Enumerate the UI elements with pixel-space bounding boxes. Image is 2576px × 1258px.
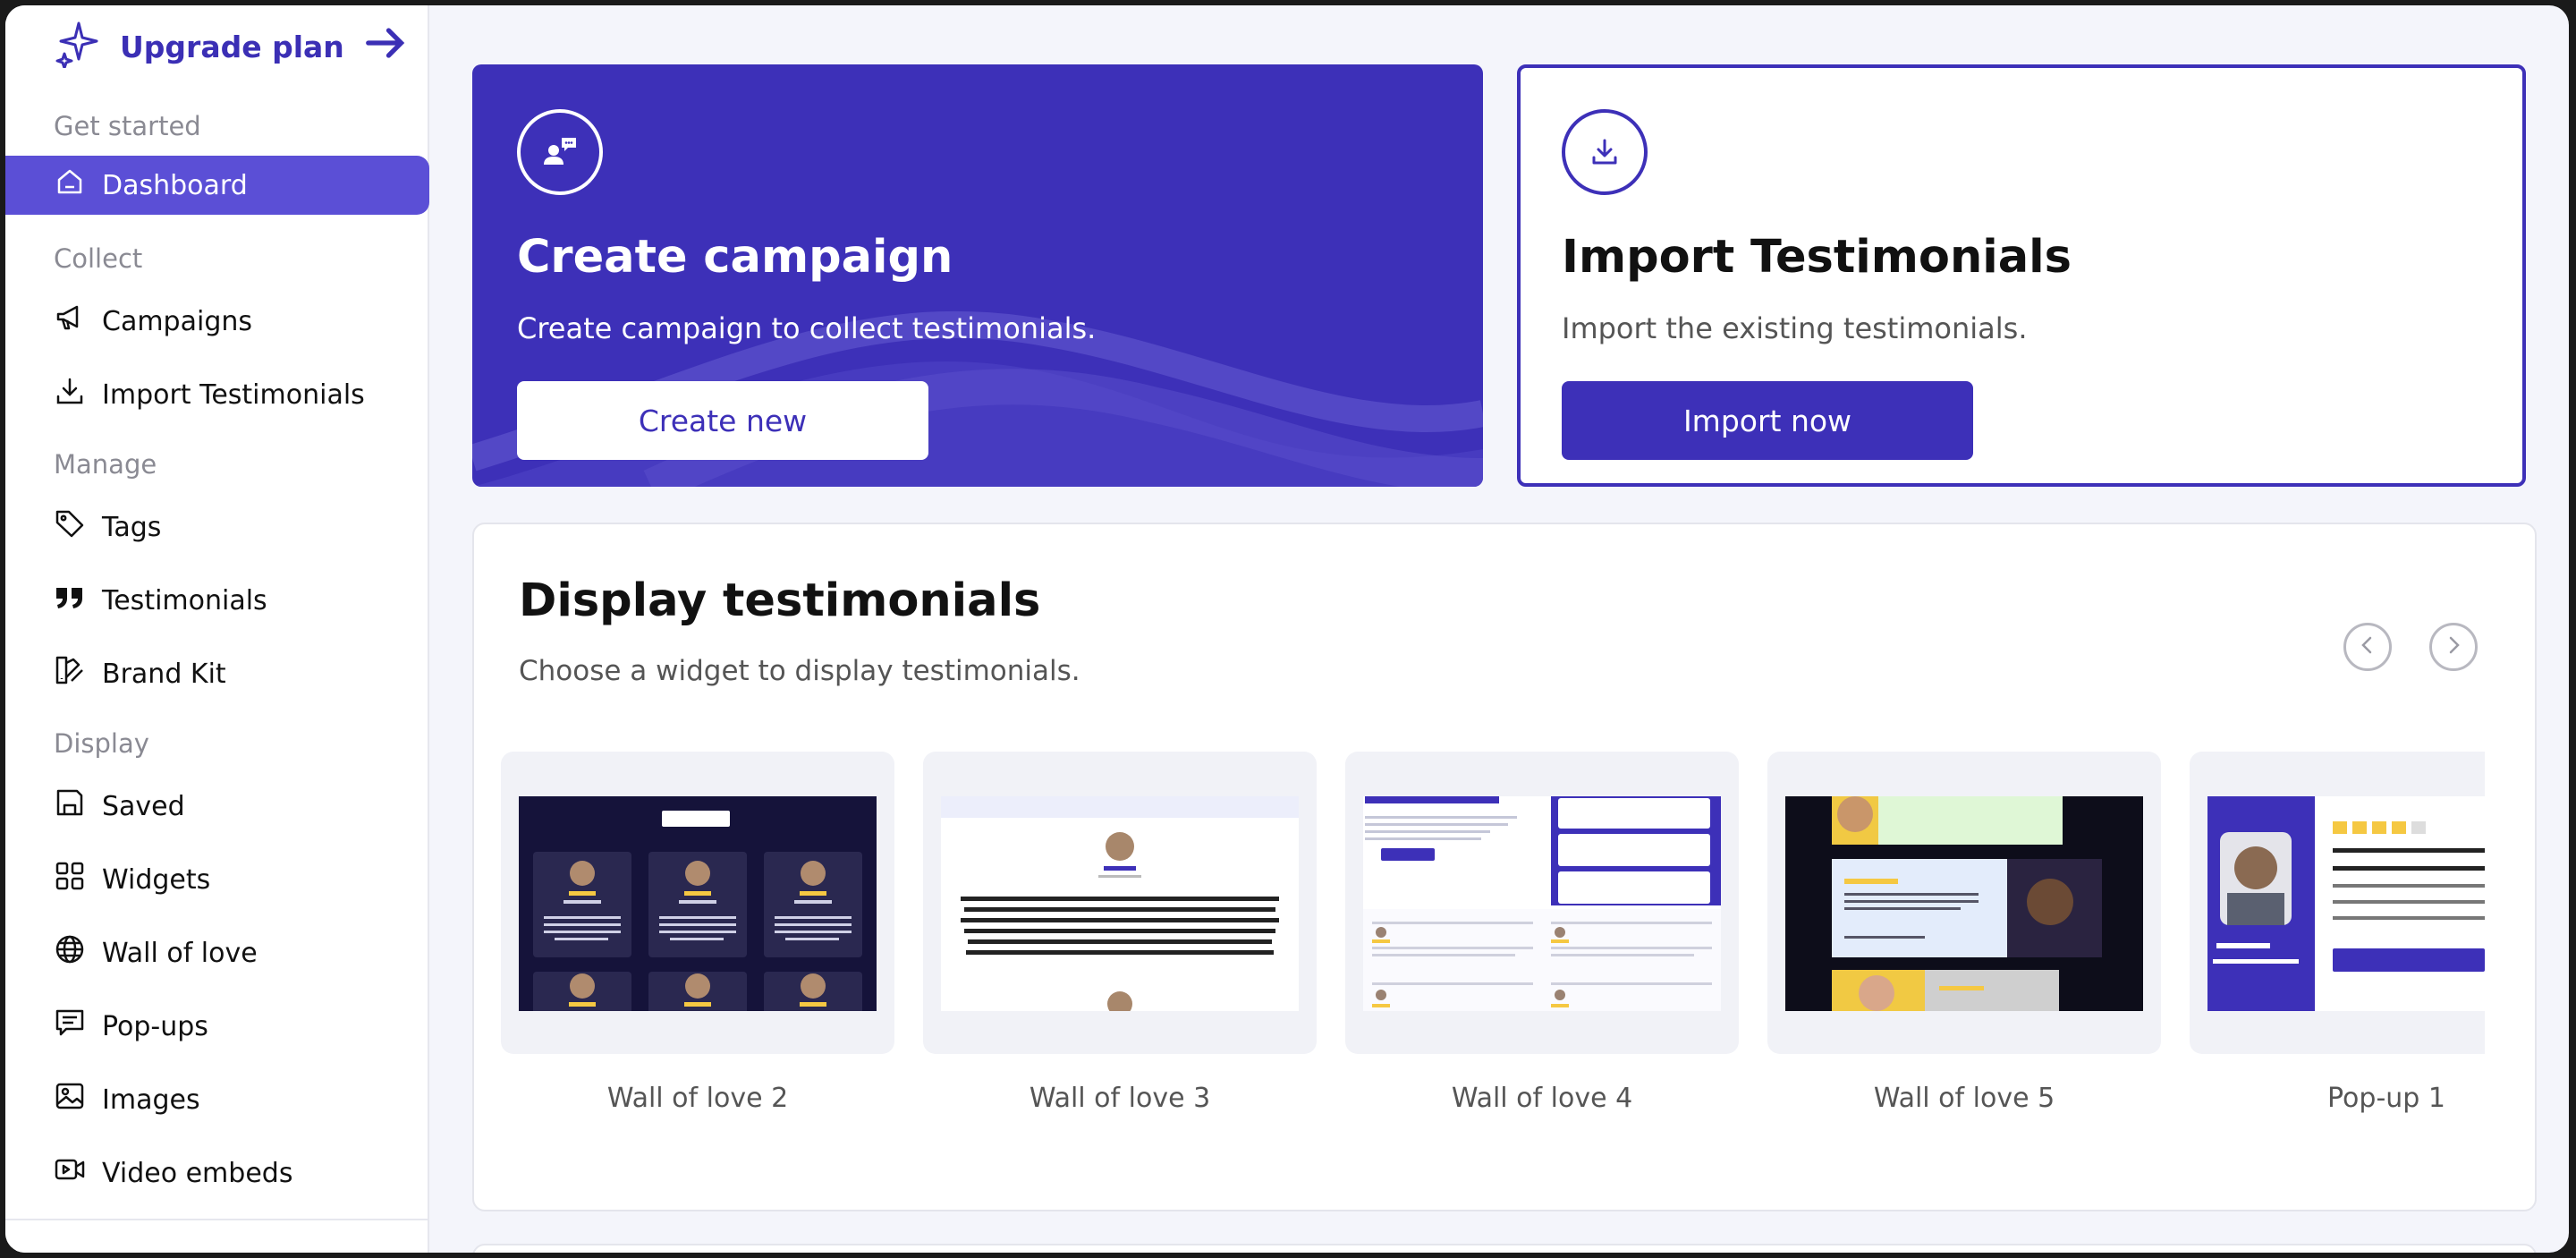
create-new-button[interactable]: Create new bbox=[517, 381, 928, 460]
widget-label: Wall of love 3 bbox=[1029, 1083, 1211, 1114]
import-testimonials-title: Import Testimonials bbox=[1562, 231, 2072, 284]
section-manage: Manage bbox=[54, 449, 157, 480]
display-testimonials-section: Display testimonials Choose a widget to … bbox=[472, 523, 2537, 1211]
pop-up-1-preview bbox=[2207, 796, 2485, 1011]
carousel-next-button[interactable] bbox=[2429, 623, 2478, 671]
sidebar-item-label: Import Testimonials bbox=[102, 378, 365, 411]
brush-icon bbox=[54, 654, 86, 693]
carousel-prev-button[interactable] bbox=[2343, 623, 2392, 671]
import-testimonials-description: Import the existing testimonials. bbox=[1562, 311, 2028, 345]
sidebar-item-import-testimonials[interactable]: Import Testimonials bbox=[5, 365, 429, 424]
wall-of-love-3-preview bbox=[941, 796, 1299, 1011]
campaign-chat-icon bbox=[517, 109, 603, 195]
sidebar-item-wall-of-love[interactable]: Wall of love bbox=[5, 923, 429, 982]
wall-of-love-4-preview bbox=[1363, 796, 1721, 1011]
display-testimonials-title: Display testimonials bbox=[519, 574, 1041, 627]
widget-card-pop-up-1[interactable]: Pop-up 1 bbox=[2190, 752, 2485, 1114]
upgrade-plan-label: Upgrade plan bbox=[120, 29, 344, 64]
chevron-right-icon bbox=[2442, 633, 2465, 660]
sidebar-item-label: Testimonials bbox=[102, 584, 267, 616]
create-campaign-card: Create campaign Create campaign to colle… bbox=[472, 64, 1483, 487]
sidebar-item-label: Widgets bbox=[102, 863, 211, 896]
grid-icon bbox=[54, 860, 86, 899]
widget-card-wall-of-love-5[interactable]: Wall of love 5 bbox=[1767, 752, 2161, 1114]
import-now-button[interactable]: Import now bbox=[1562, 381, 1973, 460]
sidebar-item-label: Video embeds bbox=[102, 1157, 293, 1189]
widget-label: Wall of love 4 bbox=[1451, 1083, 1633, 1114]
sidebar-item-widgets[interactable]: Widgets bbox=[5, 850, 429, 909]
sidebar-item-images[interactable]: Images bbox=[5, 1070, 429, 1129]
quote-icon bbox=[54, 581, 86, 620]
video-icon bbox=[54, 1153, 86, 1193]
home-icon bbox=[54, 166, 86, 205]
sidebar-item-dashboard[interactable]: Dashboard bbox=[5, 156, 429, 215]
download-icon bbox=[54, 375, 86, 414]
widget-card-wall-of-love-2[interactable]: Wall of love 2 bbox=[501, 752, 894, 1114]
sidebar-item-label: Brand Kit bbox=[102, 658, 226, 690]
widget-label: Pop-up 1 bbox=[2327, 1083, 2445, 1114]
chevron-left-icon bbox=[2356, 633, 2379, 660]
save-icon bbox=[54, 786, 86, 826]
sidebar-item-label: Dashboard bbox=[102, 169, 248, 201]
megaphone-icon bbox=[54, 302, 86, 341]
section-get-started: Get started bbox=[54, 111, 201, 141]
sidebar-item-label: Tags bbox=[102, 511, 162, 543]
next-section-card bbox=[472, 1244, 2537, 1253]
sparkle-icon bbox=[54, 18, 104, 75]
section-display: Display bbox=[54, 728, 149, 759]
sidebar: Upgrade plan Get started Dashboard Colle… bbox=[5, 5, 429, 1253]
sidebar-item-video-embeds[interactable]: Video embeds bbox=[5, 1143, 429, 1203]
sidebar-item-label: Wall of love bbox=[102, 937, 258, 969]
widget-card-wall-of-love-4[interactable]: Wall of love 4 bbox=[1345, 752, 1739, 1114]
tag-icon bbox=[54, 507, 86, 547]
sidebar-item-saved[interactable]: Saved bbox=[5, 777, 429, 836]
wall-of-love-2-preview bbox=[519, 796, 877, 1011]
widget-carousel: Wall of love 2 Wall of love 3 Wall of lo… bbox=[501, 752, 2485, 1145]
arrow-right-icon bbox=[360, 18, 411, 75]
sidebar-divider bbox=[5, 1219, 429, 1220]
sidebar-item-label: Saved bbox=[102, 790, 185, 822]
sidebar-item-campaigns[interactable]: Campaigns bbox=[5, 292, 429, 351]
create-campaign-title: Create campaign bbox=[517, 231, 953, 284]
widget-label: Wall of love 5 bbox=[1873, 1083, 2055, 1114]
import-testimonials-card: Import Testimonials Import the existing … bbox=[1517, 64, 2526, 487]
section-collect: Collect bbox=[54, 243, 143, 274]
globe-icon bbox=[54, 933, 86, 973]
sidebar-item-label: Campaigns bbox=[102, 305, 253, 337]
wall-of-love-5-preview bbox=[1785, 796, 2143, 1011]
sidebar-item-testimonials[interactable]: Testimonials bbox=[5, 571, 429, 630]
widget-card-wall-of-love-3[interactable]: Wall of love 3 bbox=[923, 752, 1317, 1114]
sidebar-item-brand-kit[interactable]: Brand Kit bbox=[5, 644, 429, 703]
sidebar-item-label: Images bbox=[102, 1084, 200, 1116]
import-download-icon bbox=[1562, 109, 1648, 195]
sidebar-item-popups[interactable]: Pop-ups bbox=[5, 997, 429, 1056]
sidebar-item-tags[interactable]: Tags bbox=[5, 497, 429, 557]
display-testimonials-description: Choose a widget to display testimonials. bbox=[519, 655, 1080, 687]
image-icon bbox=[54, 1080, 86, 1119]
sidebar-item-label: Pop-ups bbox=[102, 1010, 208, 1042]
widget-label: Wall of love 2 bbox=[606, 1083, 789, 1114]
create-campaign-description: Create campaign to collect testimonials. bbox=[517, 311, 1097, 345]
popup-icon bbox=[54, 1007, 86, 1046]
upgrade-plan-link[interactable]: Upgrade plan bbox=[54, 18, 411, 75]
app-window: Upgrade plan Get started Dashboard Colle… bbox=[5, 5, 2569, 1253]
